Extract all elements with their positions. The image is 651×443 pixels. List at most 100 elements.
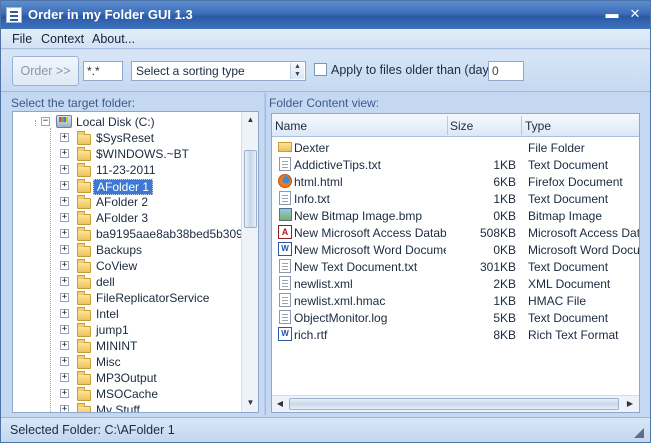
tree-folder-label: $WINDOWS.~BT xyxy=(96,147,190,161)
word-icon: W xyxy=(278,327,292,341)
tree-folder-row[interactable]: + AFolder 1 xyxy=(13,178,238,195)
expand-icon[interactable]: + xyxy=(60,229,69,238)
tree-folder-row[interactable]: + Intel xyxy=(13,306,238,322)
expand-icon[interactable]: + xyxy=(60,309,69,318)
tree-folder-row[interactable]: + AFolder 2 xyxy=(13,194,238,210)
file-list-row[interactable]: W New Microsoft Word Docume... 0KB Microsof… xyxy=(272,241,639,258)
resize-grip-icon[interactable] xyxy=(634,428,644,438)
menu-about[interactable]: About... xyxy=(92,32,135,46)
expand-icon[interactable]: + xyxy=(60,405,69,412)
text-file-icon xyxy=(279,276,291,290)
folder-icon xyxy=(77,179,91,193)
expand-icon[interactable]: + xyxy=(60,245,69,254)
panel-splitter[interactable] xyxy=(263,93,266,415)
folder-icon xyxy=(77,243,91,257)
file-name: rich.rtf xyxy=(294,328,328,342)
file-name: html.html xyxy=(294,175,343,189)
tree-folder-row[interactable]: + ba9195aae8ab38bed5b309 xyxy=(13,226,243,242)
expand-icon[interactable]: + xyxy=(60,181,69,190)
older-files-checkbox[interactable] xyxy=(314,63,327,76)
tree-folder-row[interactable]: + MP3Output xyxy=(13,370,238,386)
tree-folder-label: CoView xyxy=(96,259,138,273)
menu-file[interactable]: File xyxy=(12,32,32,46)
filter-input[interactable]: *.* xyxy=(83,61,123,81)
expand-icon[interactable]: + xyxy=(60,165,69,174)
file-list-row[interactable]: newlist.xml 2KB XML Document xyxy=(272,275,639,292)
expand-icon[interactable]: + xyxy=(60,389,69,398)
file-size: 2KB xyxy=(493,277,516,291)
file-size: 0KB xyxy=(493,243,516,257)
column-type[interactable]: Type xyxy=(525,119,551,133)
folder-content-list[interactable]: Name Size Type Dexter File Folder Addictiv… xyxy=(271,113,640,413)
expand-icon[interactable]: + xyxy=(60,325,69,334)
file-list-row[interactable]: Wrich.rtf 8KB Rich Text Format xyxy=(272,326,639,343)
folder-icon xyxy=(77,275,91,289)
tree-folder-row[interactable]: + Misc xyxy=(13,354,238,370)
tree-folder-row[interactable]: + jump1 xyxy=(13,322,238,338)
tree-folder-row[interactable]: + MININT xyxy=(13,338,238,354)
folder-tree[interactable]: − Local Disk (C:) + $SysReset + $WINDOWS.~B… xyxy=(12,111,259,413)
text-file-icon xyxy=(279,259,291,273)
tree-scrollbar[interactable]: ▲ ▼ xyxy=(241,112,258,412)
expand-icon[interactable]: + xyxy=(60,261,69,270)
expand-icon[interactable]: + xyxy=(60,277,69,286)
order-button[interactable]: Order >> xyxy=(12,56,79,86)
file-type: HMAC File xyxy=(528,294,587,308)
hscroll-thumb[interactable] xyxy=(289,398,619,410)
expand-icon[interactable]: + xyxy=(60,197,69,206)
expand-icon[interactable]: + xyxy=(60,149,69,158)
tree-folder-row[interactable]: + $SysReset xyxy=(13,130,238,146)
file-list-row[interactable]: New Bitmap Image.bmp 0KB Bitmap Image xyxy=(272,207,639,224)
folder-icon xyxy=(77,371,91,385)
title-bar[interactable]: Order in my Folder GUI 1.3 ▬ ✕ xyxy=(1,1,650,29)
collapse-icon[interactable]: − xyxy=(41,117,50,126)
file-list-row[interactable]: New Text Document.txt 301KB Text Document xyxy=(272,258,639,275)
tree-folder-row[interactable]: + $WINDOWS.~BT xyxy=(13,146,238,162)
file-list-row[interactable]: newlist.xml.hmac 1KB HMAC File xyxy=(272,292,639,309)
expand-icon[interactable]: + xyxy=(60,373,69,382)
column-size[interactable]: Size xyxy=(450,119,473,133)
sort-type-select[interactable]: Select a sorting type ▲ ▼ xyxy=(131,61,306,81)
tree-folder-row[interactable]: + FileReplicatorService xyxy=(13,290,238,306)
file-list-row[interactable]: Dexter File Folder xyxy=(272,139,639,156)
expand-icon[interactable]: + xyxy=(60,213,69,222)
scroll-right-icon[interactable]: ▶ xyxy=(622,396,638,412)
tree-folder-row[interactable]: + My Stuff xyxy=(13,402,238,412)
file-list-row[interactable]: A New Microsoft Access Datab... 508KB Micro… xyxy=(272,224,639,241)
column-name[interactable]: Name xyxy=(275,119,307,133)
menu-context[interactable]: Context xyxy=(41,32,84,46)
tree-folder-row[interactable]: +11-23-2011 xyxy=(13,162,238,178)
scroll-left-icon[interactable]: ◀ xyxy=(272,396,288,412)
file-list-row[interactable]: html.html 6KB Firefox Document xyxy=(272,173,639,190)
tree-folder-label: dell xyxy=(96,275,115,289)
file-type: Microsoft Word Docu... xyxy=(528,243,640,257)
tree-folder-row[interactable]: + dell xyxy=(13,274,238,290)
file-list-row[interactable]: AddictiveTips.txt 1KB Text Document xyxy=(272,156,639,173)
close-icon[interactable]: ✕ xyxy=(625,6,645,23)
local-disk-icon xyxy=(56,115,72,128)
scroll-up-icon[interactable]: ▲ xyxy=(243,112,258,128)
tree-root-row[interactable]: − Local Disk (C:) xyxy=(13,114,238,130)
scroll-down-icon[interactable]: ▼ xyxy=(243,395,258,411)
minimize-icon[interactable]: ▬ xyxy=(602,6,622,23)
tree-folder-row[interactable]: + MSOCache xyxy=(13,386,238,402)
menu-bar: File Context About... xyxy=(1,29,650,49)
file-type: Microsoft Access Dat... xyxy=(528,226,640,240)
tree-folder-row[interactable]: + CoView xyxy=(13,258,238,274)
expand-icon[interactable]: + xyxy=(60,133,69,142)
file-size: 1KB xyxy=(493,192,516,206)
expand-icon[interactable]: + xyxy=(60,341,69,350)
scroll-thumb[interactable] xyxy=(244,150,257,228)
file-list-row[interactable]: Info.txt 1KB Text Document xyxy=(272,190,639,207)
tree-folder-label: AFolder 3 xyxy=(96,211,149,225)
expand-icon[interactable]: + xyxy=(60,357,69,366)
file-name: New Text Document.txt xyxy=(294,260,418,274)
list-hscrollbar[interactable]: ◀ ▶ xyxy=(272,395,639,412)
tree-folder-row[interactable]: + Backups xyxy=(13,242,238,258)
spin-arrows-icon[interactable]: ▲ ▼ xyxy=(290,63,304,79)
expand-icon[interactable]: + xyxy=(60,293,69,302)
days-input[interactable]: 0 xyxy=(488,61,524,81)
text-file-icon xyxy=(279,191,291,205)
tree-folder-row[interactable]: + AFolder 3 xyxy=(13,210,238,226)
file-list-row[interactable]: ObjectMonitor.log 5KB Text Document xyxy=(272,309,639,326)
